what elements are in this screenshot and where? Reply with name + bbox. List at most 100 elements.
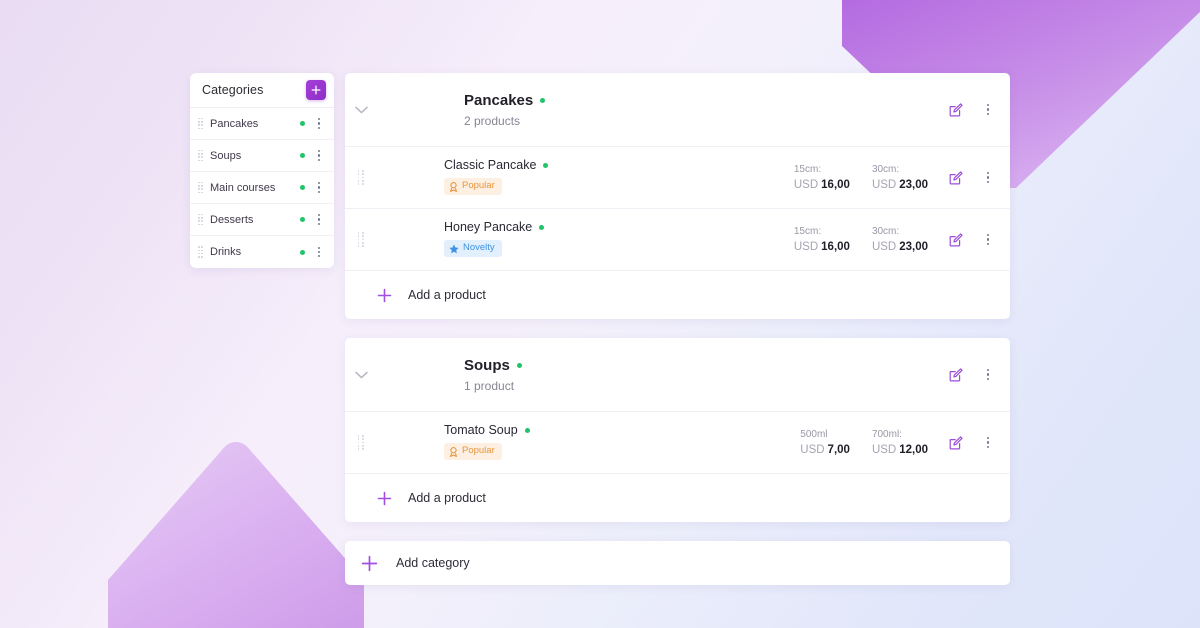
price-value: USD 16,00 [794,179,850,191]
category-title: Soups [464,357,948,374]
sidebar-item-label: Desserts [210,213,254,226]
status-dot [539,224,545,230]
add-product-button-pancakes[interactable]: Add a product [345,271,1010,319]
category-card-soups: Soups 1 product Tomato Soup Popular 500m… [345,338,1010,522]
collapse-chevron-down-icon[interactable] [345,371,377,379]
product-row-actions [948,170,994,186]
price-option: 30cm: USD 23,00 [872,164,928,191]
status-dot [300,249,305,255]
price-currency: USD [793,241,819,253]
drag-handle-icon[interactable] [357,169,365,186]
product-thumbnail-tomato-soup [377,422,432,464]
sidebar-item-desserts[interactable]: Desserts [190,204,334,236]
product-title: Tomato Soup [444,423,800,437]
kebab-menu-icon[interactable] [313,117,325,131]
price-currency: USD [871,444,897,456]
kebab-menu-icon[interactable] [313,213,325,227]
drag-handle-icon[interactable] [357,231,365,248]
sidebar-item-soups[interactable]: Soups [190,140,334,172]
price-currency: USD [871,179,897,191]
category-header-text: Soups 1 product [464,357,948,393]
price-currency: USD [871,241,897,253]
drag-handle[interactable] [345,169,377,186]
plus-icon [377,491,392,506]
price-value: USD 12,00 [872,444,928,456]
categories-sidebar: Categories Pancakes Soups Main courses D… [190,73,334,268]
add-category-button[interactable] [306,80,326,100]
status-badge-popular: Popular [444,443,502,460]
category-title: Pancakes [464,92,948,109]
price-size-label: 15cm: [793,164,822,175]
award-icon [450,446,457,457]
drag-handle-icon[interactable] [198,213,203,226]
product-row-honey-pancake: Honey Pancake Novelty 15cm: USD 16,00 30… [345,209,1010,271]
edit-pencil-icon[interactable] [948,170,964,186]
price-amount: 23,00 [899,241,928,253]
product-row-actions [948,435,994,451]
add-category-card: Add category [345,541,1010,585]
star-icon [449,244,459,253]
category-product-count: 1 product [464,378,515,393]
decorative-triangle-bottom-left [108,442,364,628]
product-prices: 500ml USD 7,00 700ml: USD 12,00 [800,429,928,456]
price-amount: 16,00 [821,179,850,191]
kebab-menu-icon[interactable] [313,245,325,259]
price-size-label: 500ml [800,429,828,440]
sidebar-item-pancakes[interactable]: Pancakes [190,108,334,140]
sidebar-item-main-courses[interactable]: Main courses [190,172,334,204]
price-currency: USD [800,444,825,456]
edit-pencil-icon[interactable] [948,435,964,451]
kebab-menu-icon[interactable] [313,181,325,195]
kebab-menu-icon[interactable] [313,149,325,163]
kebab-menu-icon[interactable] [982,233,994,247]
drag-handle-icon[interactable] [198,246,203,259]
catalog-main: Pancakes 2 products Classic Pancake Popu… [345,73,1010,604]
price-value: USD 7,00 [800,444,850,456]
status-badge-popular: Popular [444,178,502,195]
drag-handle[interactable] [345,434,377,451]
status-dot [524,427,530,433]
edit-pencil-icon[interactable] [948,367,964,383]
plus-icon [361,555,378,572]
product-title: Classic Pancake [444,158,794,172]
price-currency: USD [793,179,819,191]
add-category-label: Add category [396,556,470,570]
product-prices: 15cm: USD 16,00 30cm: USD 23,00 [794,226,928,253]
category-header-soups: Soups 1 product [345,338,1010,412]
status-dot [300,217,305,222]
edit-pencil-icon[interactable] [948,102,964,118]
category-thumbnail-soups [377,350,450,400]
price-amount: 16,00 [821,241,850,253]
category-thumbnail-pancakes [377,85,450,135]
kebab-menu-icon[interactable] [982,171,994,185]
plus-icon [311,85,321,95]
status-dot [300,121,305,126]
status-badge-novelty: Novelty [444,240,502,257]
award-icon [450,181,457,192]
add-product-button-soups[interactable]: Add a product [345,474,1010,522]
sidebar-item-drinks[interactable]: Drinks [190,236,334,268]
status-dot [300,185,305,190]
product-row-classic-pancake: Classic Pancake Popular 15cm: USD 16,00 … [345,147,1010,209]
drag-handle-icon[interactable] [198,117,203,130]
sidebar-item-label: Main courses [210,181,276,194]
price-amount: 23,00 [899,179,928,191]
status-dot [516,362,522,368]
add-category-button-main[interactable]: Add category [345,541,1010,585]
kebab-menu-icon[interactable] [982,436,994,450]
product-row-actions [948,232,994,248]
drag-handle-icon[interactable] [198,149,203,162]
category-header-pancakes: Pancakes 2 products [345,73,1010,147]
price-amount: 7,00 [827,444,850,456]
drag-handle-icon[interactable] [198,181,203,194]
price-amount: 12,00 [899,444,928,456]
price-option: 15cm: USD 16,00 [794,164,850,191]
category-card-pancakes: Pancakes 2 products Classic Pancake Popu… [345,73,1010,319]
edit-pencil-icon[interactable] [948,232,964,248]
collapse-chevron-down-icon[interactable] [345,106,377,114]
kebab-menu-icon[interactable] [982,368,994,382]
price-value: USD 16,00 [794,241,850,253]
drag-handle-icon[interactable] [357,434,365,451]
kebab-menu-icon[interactable] [982,103,994,117]
drag-handle[interactable] [345,231,377,248]
